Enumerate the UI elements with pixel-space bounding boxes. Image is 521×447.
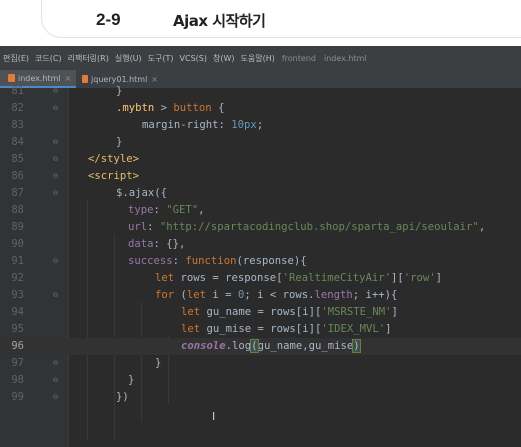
code-line: 91 ⊖ success: function(response){ — [0, 253, 521, 270]
line-number: 89 — [11, 221, 24, 233]
lecture-header: 2-9 Ajax 시작하기 — [0, 0, 521, 46]
code-line: 99 ⊖ }) — [0, 389, 521, 406]
code-line: 92 let rows = response['RealtimeCityAir'… — [0, 270, 521, 287]
fold-marker-icon[interactable]: ⊖ — [52, 189, 59, 197]
menu-run[interactable]: 실행(U) — [112, 53, 145, 64]
code-text: $.ajax({ — [116, 187, 168, 199]
code-line: 90 data: {}, — [0, 236, 521, 253]
line-number: 95 — [11, 323, 24, 335]
code-text: } — [155, 357, 162, 369]
code-line: 97 ⊖ } — [0, 355, 521, 372]
current-file-name: index.html — [323, 53, 367, 63]
fold-marker-icon[interactable]: ⊖ — [52, 172, 59, 180]
line-number: 86 — [11, 170, 24, 182]
code-line: 88 type: "GET", — [0, 202, 521, 219]
code-text: for (let i = 0; i < rows.length; i++){ — [155, 289, 398, 301]
code-text: let rows = response['RealtimeCityAir']['… — [155, 272, 443, 284]
code-line: 84 ⊖ } — [0, 134, 521, 151]
fold-marker-icon[interactable]: ⊖ — [52, 376, 59, 384]
code-line: 86 ⊖ <script> — [0, 168, 521, 185]
code-text: success: function(response){ — [128, 255, 307, 267]
tab-label: index.html — [18, 73, 61, 83]
line-number: 99 — [11, 391, 24, 403]
line-number: 87 — [11, 187, 24, 199]
code-text: } — [128, 374, 135, 386]
code-line: 94 let gu_name = rows[i]['MSRSTE_NM'] — [0, 304, 521, 321]
line-number: 85 — [11, 153, 24, 165]
code-line: 82 ⊖ .mybtn > button { — [0, 100, 521, 117]
line-number: 81 — [11, 85, 24, 97]
code-text: <script> — [88, 170, 140, 182]
code-line: 81 ⊖ } — [0, 83, 521, 100]
menu-tools[interactable]: 도구(T) — [145, 53, 177, 64]
ide-menubar: 편집(E) 코드(C) 리팩터링(R) 실행(U) 도구(T) VCS(S) 창… — [0, 46, 521, 70]
line-number: 83 — [11, 119, 24, 131]
line-number: 94 — [11, 306, 24, 318]
fold-marker-icon[interactable]: ⊖ — [52, 257, 59, 265]
menu-vcs[interactable]: VCS(S) — [177, 54, 210, 63]
fold-marker-icon[interactable]: ⊖ — [52, 291, 59, 299]
line-number: 91 — [11, 255, 24, 267]
menu-window[interactable]: 창(W) — [210, 53, 238, 64]
fold-marker-icon[interactable]: ⊖ — [52, 393, 59, 401]
code-line: 89 url: "http://spartacodingclub.shop/sp… — [0, 219, 521, 236]
line-number: 84 — [11, 136, 24, 148]
menu-help[interactable]: 도움말(H) — [238, 53, 278, 64]
line-number: 92 — [11, 272, 24, 284]
code-text: } — [116, 136, 123, 148]
code-text: }) — [116, 391, 129, 403]
line-number: 96 — [11, 340, 24, 352]
menu-code[interactable]: 코드(C) — [32, 53, 65, 64]
fold-marker-icon[interactable]: ⊖ — [52, 104, 59, 112]
project-name: frontend — [281, 53, 316, 63]
menu-edit[interactable]: 편집(E) — [0, 53, 32, 64]
line-number: 82 — [11, 102, 24, 114]
code-line: 85 ⊖ </style> — [0, 151, 521, 168]
mouse-text-cursor-icon: I — [212, 410, 216, 423]
code-text: .mybtn > button { — [116, 102, 225, 114]
fold-marker-icon[interactable]: ⊖ — [52, 138, 59, 146]
fold-marker-icon[interactable]: ⊖ — [52, 155, 59, 163]
code-text: data: {}, — [128, 238, 186, 250]
code-text: } — [116, 85, 123, 97]
code-line: 95 let gu_mise = rows[i]['IDEX_MVL'] — [0, 321, 521, 338]
html-file-icon — [82, 75, 89, 83]
current-code-line: 96 console.log(gu_name,gu_mise) — [0, 338, 521, 355]
code-line: 87 ⊖ $.ajax({ — [0, 185, 521, 202]
code-text: margin-right: 10px; — [142, 119, 264, 131]
code-editor[interactable]: 81 ⊖ } 82 ⊖ .mybtn > button { 83 margin-… — [0, 85, 521, 447]
code-line: 93 ⊖ for (let i = 0; i < rows.length; i+… — [0, 287, 521, 304]
lecture-title: Ajax 시작하기 — [173, 12, 266, 30]
code-text: let gu_mise = rows[i]['IDEX_MVL'] — [181, 323, 392, 335]
code-line: 98 ⊖ } — [0, 372, 521, 389]
code-text: let gu_name = rows[i]['MSRSTE_NM'] — [181, 306, 398, 318]
fold-marker-icon[interactable]: ⊖ — [52, 87, 59, 95]
line-number: 90 — [11, 238, 24, 250]
line-number: 93 — [11, 289, 24, 301]
html-file-icon — [8, 74, 15, 82]
lecture-number: 2-9 — [96, 10, 121, 29]
code-text: </style> — [88, 153, 140, 165]
fold-marker-icon[interactable]: ⊖ — [52, 359, 59, 367]
line-number: 98 — [11, 374, 24, 386]
code-text: url: "http://spartacodingclub.shop/spart… — [128, 221, 486, 233]
line-number: 97 — [11, 357, 24, 369]
code-text: console.log(gu_name,gu_mise) — [181, 339, 361, 353]
line-number: 88 — [11, 204, 24, 216]
code-text: type: "GET", — [128, 204, 205, 216]
code-line: 83 margin-right: 10px; — [0, 117, 521, 134]
close-icon[interactable]: × — [65, 74, 72, 83]
menu-refactor[interactable]: 리팩터링(R) — [65, 53, 112, 64]
